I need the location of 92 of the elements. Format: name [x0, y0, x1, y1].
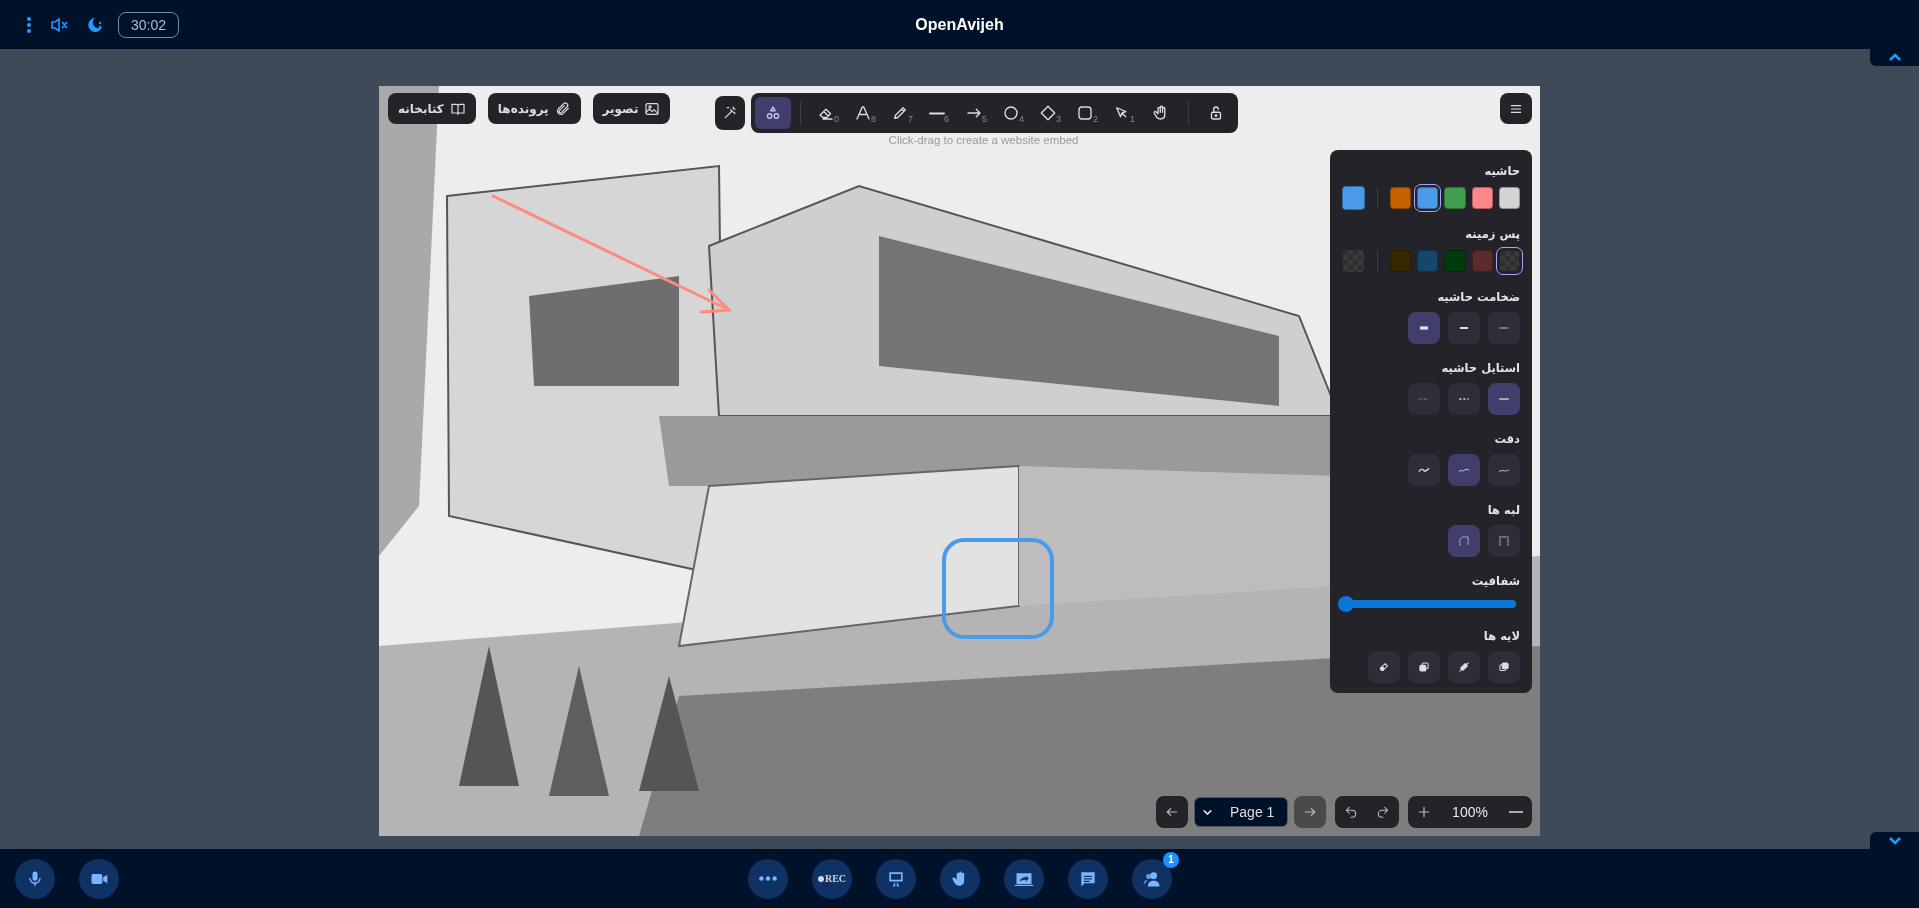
layers-icon: [1377, 660, 1391, 674]
thin-line-icon: [1498, 326, 1510, 330]
magic-button[interactable]: [715, 96, 745, 130]
previous-page-button[interactable]: [1156, 796, 1188, 828]
tool-button[interactable]: 5: [958, 97, 994, 129]
collapse-tab[interactable]: [1870, 49, 1919, 66]
page-selector[interactable]: Page 1: [1194, 797, 1288, 827]
sharp-corner-icon: [1497, 534, 1511, 548]
menu-button[interactable]: [1500, 93, 1532, 124]
section-title: پس زمینه: [1465, 227, 1520, 241]
hand-button[interactable]: [940, 858, 980, 899]
presentation-button[interactable]: [876, 858, 916, 899]
transparent-swatch[interactable]: [1342, 249, 1366, 273]
section-title: حاشیه: [1484, 164, 1520, 178]
color-swatch[interactable]: [1342, 186, 1366, 210]
tool-button[interactable]: 3: [1032, 97, 1068, 129]
layers-icon: [1417, 660, 1431, 674]
dashed-line-icon: [1458, 397, 1470, 401]
paperclip-icon: [554, 100, 571, 117]
color-swatch[interactable]: [1444, 187, 1466, 209]
color-swatch[interactable]: [1471, 187, 1493, 209]
layers-icon: [1497, 660, 1511, 674]
solid-line-icon: [1498, 397, 1510, 401]
circle-icon: [1002, 104, 1020, 122]
slider-thumb[interactable]: [1338, 596, 1354, 612]
plus-icon: [1416, 804, 1432, 820]
chat-button[interactable]: [1068, 858, 1108, 899]
record-button[interactable]: REC: [812, 858, 852, 899]
toolbar-button[interactable]: کتابخانه: [388, 93, 476, 124]
speaker-muted-icon[interactable]: [50, 16, 68, 33]
color-swatch[interactable]: [1417, 250, 1439, 272]
tool-button[interactable]: 1: [1106, 97, 1142, 129]
option-button[interactable]: [1448, 525, 1480, 557]
medium-line-icon: [1458, 326, 1470, 330]
layer-button[interactable]: [1408, 651, 1440, 683]
color-swatch[interactable]: [1417, 187, 1439, 209]
layer-button[interactable]: [1488, 651, 1520, 683]
section-title: شفافیت: [1471, 574, 1520, 588]
color-swatch[interactable]: [1390, 187, 1412, 209]
app-title: OpenAvijeh: [915, 15, 1004, 33]
round-corner-icon: [1457, 534, 1471, 548]
tool-button[interactable]: 8: [847, 97, 883, 129]
color-swatch[interactable]: [1390, 250, 1412, 272]
color-swatch[interactable]: [1444, 250, 1466, 272]
chevron-down-icon: [1887, 836, 1902, 845]
section-title: دقت: [1494, 432, 1520, 446]
text-icon: [854, 104, 872, 122]
toolbar-button[interactable]: تصویر: [592, 93, 671, 124]
pencil-icon: [891, 104, 909, 122]
hint-text: Click-drag to create a website embed: [888, 134, 1079, 146]
layer-button[interactable]: [1368, 651, 1400, 683]
more-button[interactable]: [748, 858, 788, 899]
more-icon[interactable]: [26, 15, 32, 34]
section-title: استایل حاشیه: [1441, 361, 1520, 375]
camera-button[interactable]: [79, 858, 119, 899]
transparent-swatch[interactable]: [1498, 250, 1520, 272]
tool-button[interactable]: 7: [884, 97, 920, 129]
layers-icon: [1457, 660, 1471, 674]
zoom-level: 100%: [1451, 804, 1489, 820]
option-button[interactable]: [1408, 312, 1440, 344]
line-icon: [929, 111, 945, 115]
chevron-up-icon: [1887, 53, 1902, 62]
mic-button[interactable]: [15, 858, 55, 899]
minus-icon: [1509, 811, 1523, 813]
color-swatch[interactable]: [1498, 187, 1520, 209]
arrow-shape[interactable]: [491, 194, 733, 314]
moon-icon[interactable]: [86, 15, 104, 34]
tool-button[interactable]: 2: [1069, 97, 1105, 129]
shapes-icon: [764, 104, 782, 122]
section-title: لایه ها: [1483, 629, 1520, 643]
option-button[interactable]: [1488, 525, 1520, 557]
layer-button[interactable]: [1448, 651, 1480, 683]
image-icon: [644, 100, 661, 117]
tool-button[interactable]: 6: [921, 97, 957, 129]
square-icon: [1076, 104, 1094, 122]
expand-tab[interactable]: [1870, 832, 1919, 849]
color-swatch[interactable]: [1471, 250, 1493, 272]
section-title: لبه ها: [1487, 503, 1520, 517]
share-button[interactable]: [1004, 858, 1044, 899]
count-badge: 1: [1163, 851, 1179, 868]
more-icon: [759, 876, 777, 881]
section-title: ضخامت حاشیه: [1437, 290, 1520, 304]
redo-icon: [1376, 805, 1390, 819]
thick-line-icon: [1418, 326, 1430, 330]
diamond-icon: [1039, 104, 1057, 122]
tool-button[interactable]: 4: [995, 97, 1031, 129]
undo-icon: [1344, 805, 1358, 819]
tool-button[interactable]: 0: [810, 97, 846, 129]
timer: 30:02: [118, 11, 180, 38]
wand-icon: [722, 105, 738, 121]
toolbar-button[interactable]: پرونده‌ها: [487, 93, 581, 124]
tool-button[interactable]: [755, 97, 791, 129]
